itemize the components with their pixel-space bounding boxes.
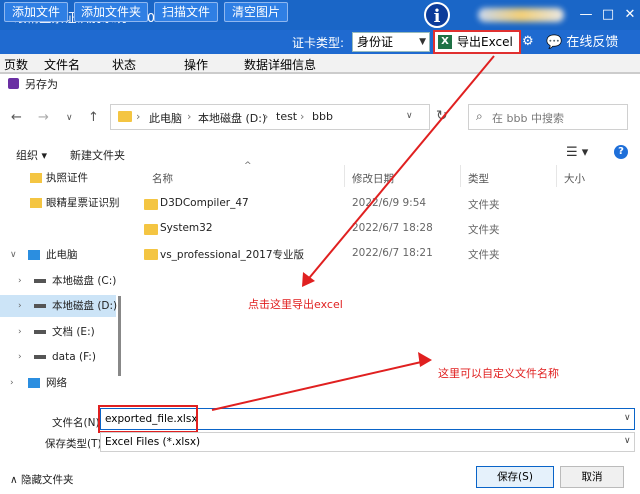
column-header-date[interactable]: 修改日期 [352, 171, 394, 186]
export-excel-button[interactable]: X 导出Excel [433, 30, 521, 54]
chevron-right-icon[interactable]: › [18, 321, 22, 343]
chevron-up-icon: ∧ [10, 474, 18, 486]
chevron-right-icon[interactable]: › [18, 270, 22, 292]
clear-images-button[interactable]: 清空图片 [224, 2, 288, 22]
add-folder-button[interactable]: 添加文件夹 [74, 2, 148, 22]
folder-icon [30, 173, 42, 183]
grid-header-actions[interactable]: 操作 [184, 56, 208, 73]
sidebar-item-drive-c[interactable]: › 本地磁盘 (C:) [0, 270, 116, 292]
column-divider[interactable] [556, 165, 557, 187]
forward-arrow-icon[interactable]: → [38, 110, 49, 125]
up-arrow-icon[interactable]: ↑ [88, 110, 99, 125]
grid-header-status[interactable]: 状态 [112, 56, 136, 73]
breadcrumb-separator-icon: › [264, 110, 269, 123]
folder-icon [118, 111, 132, 122]
chat-bubble-icon: 💬 [546, 35, 563, 50]
cert-type-select[interactable]: 身份证 ▼ [352, 32, 430, 52]
computer-icon [28, 250, 40, 260]
breadcrumb-this-pc[interactable]: 此电脑 [149, 110, 182, 126]
sidebar-item-recognition[interactable]: 眼精星票证识别 [0, 192, 120, 214]
save-button[interactable]: 保存(S) [476, 466, 554, 488]
recent-locations-icon[interactable]: ∨ [66, 113, 73, 123]
network-icon [28, 378, 40, 388]
breadcrumb-drive-d[interactable]: 本地磁盘 (D:) [198, 110, 266, 126]
list-item[interactable]: vs_professional_2017专业版 2022/6/7 18:21 文… [128, 245, 634, 263]
search-placeholder: 在 bbb 中搜索 [492, 112, 564, 125]
hide-folders-toggle[interactable]: ∧ 隐藏文件夹 [10, 472, 74, 487]
export-excel-label: 导出Excel [457, 35, 513, 49]
file-type-label: 保存类型(T): [45, 438, 106, 450]
cancel-button[interactable]: 取消 [560, 466, 624, 488]
online-feedback-label: 在线反馈 [566, 35, 619, 50]
export-hint-annotation: 点击这里导出excel [248, 298, 343, 311]
sidebar-item-drive-d[interactable]: › 本地磁盘 (D:) [0, 295, 117, 317]
chevron-right-icon[interactable]: › [10, 372, 14, 394]
dialog-title: 另存为 [25, 78, 58, 91]
view-options-icon[interactable]: ☰ ▾ [566, 145, 588, 160]
add-file-button[interactable]: 添加文件 [4, 2, 68, 22]
sidebar-item-this-pc[interactable]: ∨ 此电脑 [0, 244, 116, 266]
chevron-down-icon[interactable]: ∨ [624, 436, 631, 446]
drive-icon [34, 304, 46, 308]
new-folder-button[interactable]: 新建文件夹 [70, 147, 125, 163]
column-header-type[interactable]: 类型 [468, 171, 489, 186]
drive-icon [34, 355, 46, 359]
grid-header-details[interactable]: 数据详细信息 [244, 56, 316, 73]
sidebar-item-drive-e[interactable]: › 文档 (E:) [0, 321, 116, 343]
online-feedback-button[interactable]: 💬 在线反馈 [546, 31, 618, 50]
minimize-icon[interactable]: — [576, 6, 596, 24]
maximize-icon[interactable]: □ [598, 6, 618, 24]
scan-file-button[interactable]: 扫描文件 [154, 2, 218, 22]
list-item[interactable]: System32 2022/6/7 18:28 文件夹 [128, 220, 634, 238]
sidebar-item-network[interactable]: › 网络 [0, 372, 116, 394]
hide-folders-label: 隐藏文件夹 [21, 474, 74, 486]
breadcrumb-separator-icon: › [300, 110, 305, 123]
folder-icon [144, 249, 158, 260]
breadcrumb-separator-icon: › [187, 110, 192, 123]
chevron-down-icon[interactable]: ∨ [624, 413, 631, 423]
chevron-right-icon[interactable]: › [18, 346, 22, 368]
info-icon[interactable]: i [424, 2, 450, 28]
blurred-user-area [478, 8, 564, 22]
search-icon: ⌕ [476, 109, 483, 123]
drive-icon [34, 279, 46, 283]
chevron-right-icon[interactable]: › [18, 295, 22, 317]
back-arrow-icon[interactable]: ← [11, 110, 22, 125]
folder-icon [144, 224, 158, 235]
folder-icon [30, 198, 42, 208]
file-name-highlight-box [98, 405, 198, 433]
chevron-down-icon: ▼ [419, 37, 426, 47]
grid-header-pages[interactable]: 页数 [4, 56, 28, 73]
gear-icon[interactable]: ⚙ [522, 34, 534, 49]
chevron-down-icon[interactable]: ∨ [10, 244, 17, 266]
organize-button[interactable]: 组织 ▾ [16, 147, 47, 163]
close-icon[interactable]: ✕ [620, 6, 640, 24]
scrollbar[interactable] [118, 296, 121, 376]
column-header-size[interactable]: 大小 [564, 171, 585, 186]
breadcrumb-bbb[interactable]: bbb [312, 110, 333, 123]
drive-icon [34, 330, 46, 334]
excel-icon: X [438, 35, 452, 49]
list-item[interactable]: D3DCompiler_47 2022/6/9 9:54 文件夹 [128, 195, 634, 213]
app-icon [8, 78, 19, 89]
help-icon[interactable]: ? [614, 145, 628, 159]
chevron-down-icon[interactable]: ∨ [406, 111, 413, 121]
grid-header [0, 54, 640, 73]
column-header-name[interactable]: 名称 [152, 171, 173, 186]
breadcrumb-separator-icon: › [136, 110, 141, 123]
sidebar-item-drive-f[interactable]: › data (F:) [0, 346, 116, 368]
file-type-select[interactable]: Excel Files (*.xlsx) [100, 432, 635, 452]
cert-type-label: 证卡类型: [292, 36, 345, 50]
column-divider[interactable] [344, 165, 345, 187]
refresh-icon[interactable]: ↻ [436, 108, 448, 124]
sort-ascending-icon: ^ [244, 161, 252, 171]
file-name-label: 文件名(N): [52, 417, 104, 429]
breadcrumb-test[interactable]: test [276, 110, 297, 123]
filename-hint-annotation: 这里可以自定义文件名称 [438, 367, 559, 380]
column-divider[interactable] [460, 165, 461, 187]
grid-header-filename[interactable]: 文件名 [44, 56, 80, 73]
sidebar-item-license-docs[interactable]: 执照证件 [0, 167, 116, 189]
folder-icon [144, 199, 158, 210]
cert-type-value: 身份证 [357, 35, 394, 49]
